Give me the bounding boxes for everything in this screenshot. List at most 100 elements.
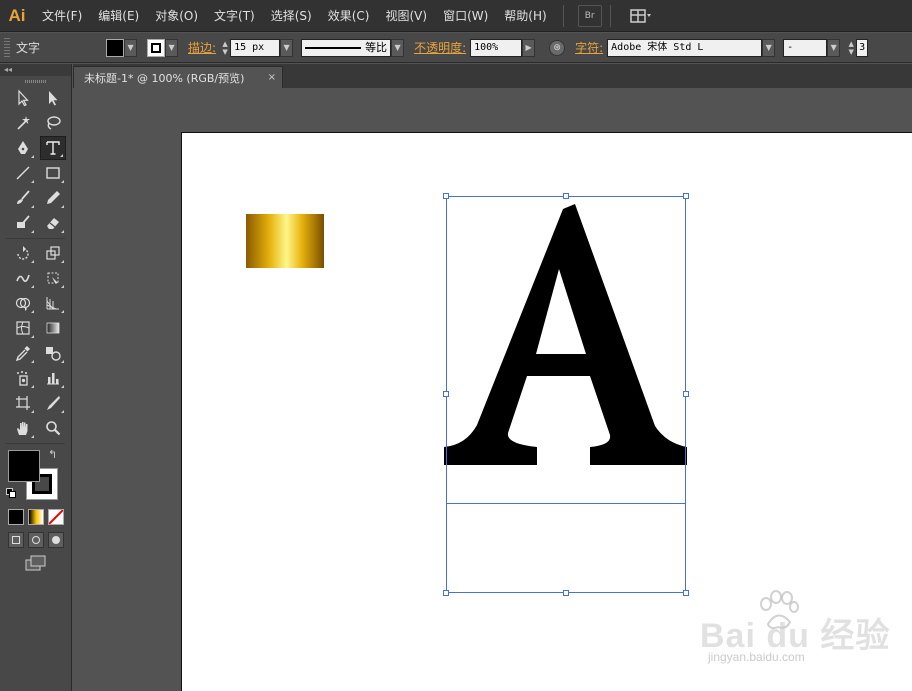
opacity-input[interactable]: 100% [470, 38, 523, 57]
workspace-switcher-button[interactable] [625, 5, 657, 27]
recolor-icon[interactable]: ⊛ [549, 39, 566, 56]
zoom-tool[interactable] [40, 416, 66, 440]
resize-handle-bottom-left[interactable] [443, 590, 449, 596]
draw-normal-button[interactable] [8, 532, 24, 548]
gradient-tool[interactable] [40, 316, 66, 340]
hand-tool[interactable] [10, 416, 36, 440]
font-style-input[interactable]: - [783, 38, 828, 57]
perspective-grid-icon [46, 297, 59, 310]
shape-builder-tool[interactable] [10, 291, 36, 315]
resize-handle-top-left[interactable] [443, 193, 449, 199]
gradient-mode-button[interactable] [28, 509, 44, 525]
lasso-tool[interactable] [40, 111, 66, 135]
symbol-sprayer-icon [17, 371, 28, 386]
menu-effect[interactable]: 效果(C) [320, 0, 378, 32]
gradient-rectangle[interactable] [246, 214, 324, 268]
shape-builder-icon [15, 297, 31, 311]
resize-handle-middle-left[interactable] [443, 391, 449, 397]
warp-tool[interactable] [10, 266, 36, 290]
rotate-tool[interactable] [10, 241, 36, 265]
column-graph-tool[interactable] [40, 366, 66, 390]
resize-handle-top-right[interactable] [683, 193, 689, 199]
resize-handle-bottom-right[interactable] [683, 590, 689, 596]
eyedropper-tool[interactable] [10, 341, 36, 365]
menu-object[interactable]: 对象(O) [147, 0, 206, 32]
slice-tool[interactable] [40, 391, 66, 415]
default-colors-icon[interactable] [6, 488, 16, 498]
fill-stroke-area: ↰ [0, 446, 71, 506]
selection-tool[interactable] [10, 86, 36, 110]
tools-panel-collapse[interactable]: ◂◂ [0, 64, 71, 76]
menu-bar: Ai 文件(F) 编辑(E) 对象(O) 文字(T) 选择(S) 效果(C) 视… [0, 0, 912, 32]
stroke-label[interactable]: 描边: [178, 39, 220, 56]
eraser-tool[interactable] [40, 211, 66, 235]
line-segment-tool[interactable] [10, 161, 36, 185]
none-mode-button[interactable] [48, 509, 64, 525]
document-tab[interactable]: 未标题-1* @ 100% (RGB/预览) × [73, 66, 283, 88]
rectangle-tool[interactable] [40, 161, 66, 185]
perspective-grid-tool[interactable] [40, 291, 66, 315]
free-transform-tool[interactable] [40, 266, 66, 290]
menu-file[interactable]: 文件(F) [34, 0, 90, 32]
stroke-weight-input[interactable]: 15 px [230, 38, 281, 57]
font-family-input[interactable]: Adobe 宋体 Std L [607, 38, 763, 57]
scale-tool[interactable] [40, 241, 66, 265]
menu-type[interactable]: 文字(T) [206, 0, 263, 32]
draw-behind-icon [32, 536, 40, 544]
paintbrush-tool[interactable] [10, 186, 36, 210]
opacity-label[interactable]: 不透明度: [404, 39, 470, 56]
font-style-dropdown[interactable]: ▼ [827, 38, 841, 57]
mesh-tool[interactable] [10, 316, 36, 340]
color-mode-row [0, 506, 71, 528]
default-stroke-mini [9, 491, 16, 498]
bar-graph-icon [47, 373, 59, 385]
stroke-dropdown[interactable]: ▼ [165, 38, 179, 57]
chevron-down-icon: ▼ [168, 43, 175, 52]
fill-dropdown[interactable]: ▼ [124, 38, 138, 57]
magic-wand-tool[interactable] [10, 111, 36, 135]
stroke-stepper[interactable]: ▲ ▼ [220, 39, 230, 57]
color-mode-button[interactable] [8, 509, 24, 525]
draw-behind-button[interactable] [28, 532, 44, 548]
menu-edit[interactable]: 编辑(E) [90, 0, 147, 32]
tool-row [0, 161, 71, 186]
resize-handle-middle-right[interactable] [683, 391, 689, 397]
menu-view[interactable]: 视图(V) [377, 0, 435, 32]
font-size-stepper[interactable]: ▲ ▼ [846, 39, 856, 57]
blob-brush-tool[interactable] [10, 211, 36, 235]
pen-tool[interactable] [10, 136, 36, 160]
tool-row [0, 341, 71, 366]
menu-help[interactable]: 帮助(H) [496, 0, 554, 32]
stroke-swatch[interactable] [147, 38, 166, 57]
pencil-tool[interactable] [40, 186, 66, 210]
draw-inside-button[interactable] [48, 532, 64, 548]
close-icon[interactable]: × [268, 72, 276, 83]
tools-panel-grip[interactable] [0, 76, 71, 86]
character-label[interactable]: 字符: [565, 39, 607, 56]
fill-color-swatch[interactable] [8, 450, 40, 482]
direct-selection-tool[interactable] [40, 86, 66, 110]
swap-arrows-icon[interactable]: ↰ [48, 448, 57, 461]
artboard-tool[interactable] [10, 391, 36, 415]
tool-row [0, 366, 71, 391]
opacity-dropdown[interactable]: ▶ [522, 38, 536, 57]
stroke-profile-field[interactable]: 等比 [301, 38, 392, 57]
menu-window[interactable]: 窗口(W) [435, 0, 496, 32]
tool-row [0, 86, 71, 111]
type-tool[interactable] [40, 136, 66, 160]
resize-handle-top-center[interactable] [563, 193, 569, 199]
illustrator-window: Ai 文件(F) 编辑(E) 对象(O) 文字(T) 选择(S) 效果(C) 视… [0, 0, 912, 691]
bridge-button[interactable]: Br [577, 4, 602, 27]
blend-icon [46, 347, 61, 361]
font-size-input[interactable]: 3 [856, 38, 869, 57]
fill-swatch[interactable] [106, 38, 125, 57]
toolbar-divider [6, 443, 65, 444]
menu-select[interactable]: 选择(S) [263, 0, 320, 32]
screen-mode-icon[interactable] [24, 554, 48, 572]
font-family-dropdown[interactable]: ▼ [762, 38, 776, 57]
stroke-profile-dropdown[interactable]: ▼ [391, 38, 405, 57]
symbol-sprayer-tool[interactable] [10, 366, 36, 390]
resize-handle-bottom-center[interactable] [563, 590, 569, 596]
blend-tool[interactable] [40, 341, 66, 365]
stroke-weight-dropdown[interactable]: ▼ [280, 38, 294, 57]
